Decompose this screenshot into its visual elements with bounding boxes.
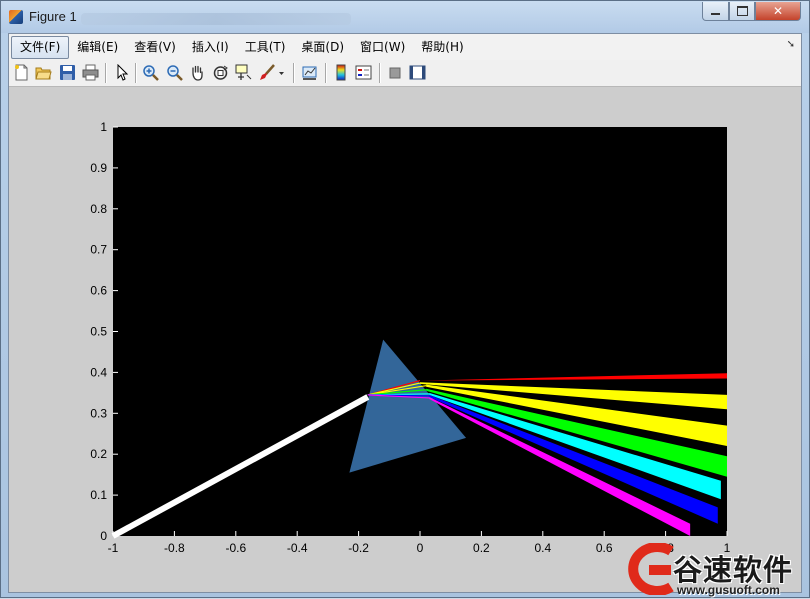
y-tick-label: 0.8 — [90, 202, 107, 216]
window-title: Figure 1 — [29, 9, 77, 24]
menu-window[interactable]: 窗口(W) — [352, 37, 413, 58]
y-tick-label: 0.2 — [90, 447, 107, 461]
minimize-icon — [711, 13, 720, 15]
close-icon: ✕ — [772, 4, 784, 18]
toolbar-separator — [293, 63, 295, 83]
maximize-icon — [736, 6, 748, 16]
zoom-out-icon[interactable] — [166, 64, 183, 81]
colorbar-icon[interactable] — [333, 64, 350, 81]
figure-toolbar — [9, 60, 801, 87]
open-icon[interactable] — [35, 64, 52, 81]
toolbar-separator — [135, 63, 137, 83]
menu-edit[interactable]: 编辑(E) — [69, 37, 126, 58]
title-bar[interactable]: Figure 1 ✕ — [1, 1, 809, 33]
x-tick-label: 0.4 — [534, 541, 551, 555]
hide-plot-tools-icon[interactable] — [387, 64, 404, 81]
pan-hand-icon[interactable] — [189, 64, 206, 81]
maximize-button[interactable] — [729, 2, 755, 21]
watermark-url: www.gusuoft.com — [677, 583, 780, 597]
toolbar-separator — [379, 63, 381, 83]
brush-icon[interactable] — [259, 64, 276, 81]
watermark-logo-icon — [628, 543, 674, 595]
x-tick-label: 0.6 — [596, 541, 613, 555]
menu-file[interactable]: 文件(F) — [11, 35, 70, 59]
toolbar-separator — [105, 63, 107, 83]
toolbar-separator — [325, 63, 327, 83]
axes-chart[interactable]: -1 -0.8 -0.6 -0.4 -0.2 0 0.2 0.4 0.6 0.8 1 0 0.1 0.2 0… — [9, 87, 801, 592]
close-button[interactable]: ✕ — [755, 2, 801, 21]
y-tick-label: 0.6 — [90, 284, 107, 298]
edit-plot-arrow-icon[interactable] — [113, 64, 130, 81]
print-icon[interactable] — [82, 64, 99, 81]
brush-dropdown-icon[interactable] — [277, 64, 286, 81]
x-tick-label: -0.2 — [348, 541, 369, 555]
watermark: 谷速软件 www.gusuoft.com — [621, 541, 810, 599]
x-tick-label: -0.4 — [287, 541, 308, 555]
show-plot-tools-icon[interactable] — [409, 64, 426, 81]
rotate-3d-icon[interactable] — [212, 64, 229, 81]
figure-window: Figure 1 ✕ 文件(F) 编辑(E) 查看(V) 插入(I) 工具(T)… — [0, 0, 810, 598]
menu-tools[interactable]: 工具(T) — [237, 37, 294, 58]
menu-desktop[interactable]: 桌面(D) — [293, 37, 352, 58]
y-tick-label: 0.4 — [90, 365, 107, 379]
y-tick-label: 0.9 — [90, 161, 107, 175]
axes-background — [113, 127, 727, 536]
menu-view[interactable]: 查看(V) — [126, 37, 184, 58]
data-cursor-icon[interactable] — [235, 64, 252, 81]
zoom-in-icon[interactable] — [142, 64, 159, 81]
x-tick-label: 0.2 — [473, 541, 490, 555]
menu-help[interactable]: 帮助(H) — [413, 37, 471, 58]
y-tick-label: 0 — [100, 529, 107, 543]
x-tick-label: 0 — [417, 541, 424, 555]
link-plot-icon[interactable] — [301, 64, 318, 81]
y-tick-label: 1 — [100, 120, 107, 134]
figure-client-area: 文件(F) 编辑(E) 查看(V) 插入(I) 工具(T) 桌面(D) 窗口(W… — [8, 33, 802, 593]
y-tick-label: 0.3 — [90, 406, 107, 420]
y-tick-label: 0.5 — [90, 325, 107, 339]
minimize-button[interactable] — [702, 2, 729, 21]
legend-icon[interactable] — [355, 64, 372, 81]
save-icon[interactable] — [59, 64, 76, 81]
y-tick-label: 0.1 — [90, 488, 107, 502]
new-figure-icon[interactable] — [13, 64, 30, 81]
y-tick-label: 0.7 — [90, 243, 107, 257]
x-tick-label: -0.8 — [164, 541, 185, 555]
figure-canvas: -1 -0.8 -0.6 -0.4 -0.2 0 0.2 0.4 0.6 0.8 1 0 0.1 0.2 0… — [9, 87, 801, 592]
x-tick-label: -1 — [108, 541, 119, 555]
x-tick-label: -0.6 — [225, 541, 246, 555]
menu-insert[interactable]: 插入(I) — [184, 37, 237, 58]
menu-overflow-icon[interactable]: ➘ — [787, 39, 795, 50]
blurred-title-region — [81, 13, 351, 25]
matlab-app-icon — [9, 10, 23, 24]
menu-bar: 文件(F) 编辑(E) 查看(V) 插入(I) 工具(T) 桌面(D) 窗口(W… — [9, 34, 801, 60]
